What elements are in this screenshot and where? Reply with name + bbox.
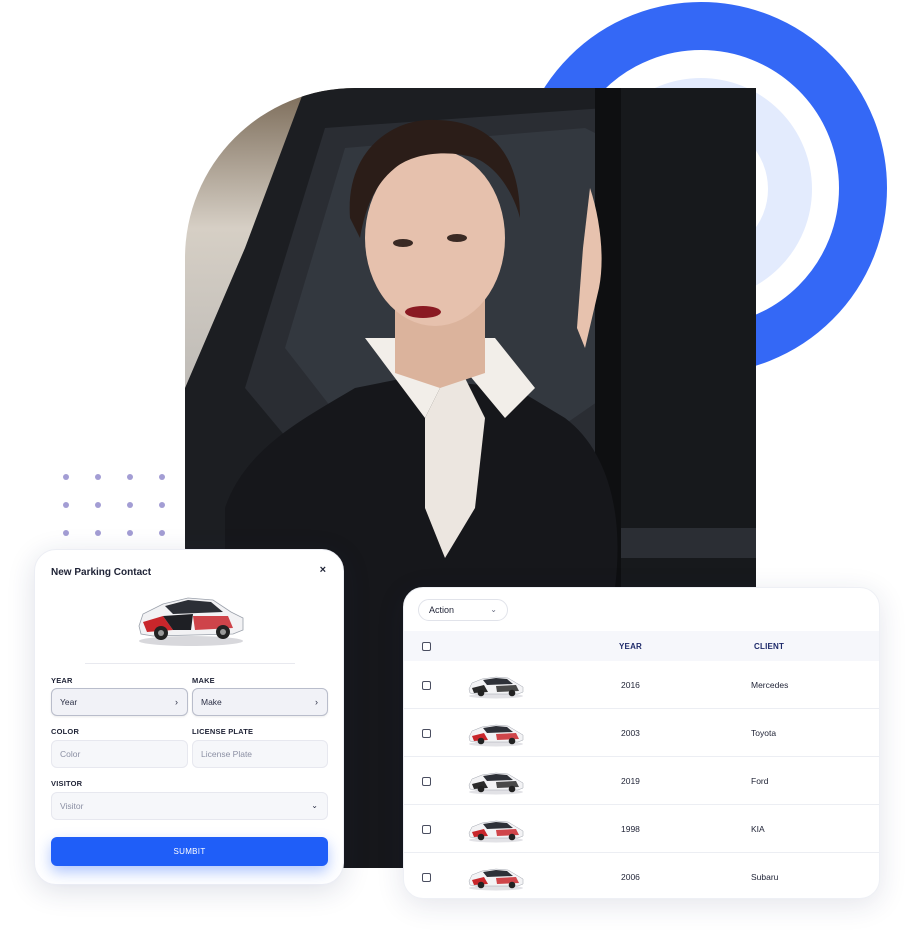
car-thumbnail xyxy=(468,676,524,699)
make-label: MAKE xyxy=(192,676,215,685)
cell-year: 1998 xyxy=(621,824,640,834)
visitor-label: VISITOR xyxy=(51,779,83,788)
color-input-placeholder: Color xyxy=(60,749,81,759)
license-plate-input[interactable]: License Plate xyxy=(192,740,328,768)
row-checkbox[interactable] xyxy=(422,729,431,738)
chevron-down-icon: ⌄ xyxy=(490,605,497,614)
cell-client: Subaru xyxy=(751,872,779,882)
year-select[interactable]: Year › xyxy=(51,688,188,716)
cell-client: Mercedes xyxy=(751,680,789,690)
year-label: YEAR xyxy=(51,676,73,685)
row-checkbox[interactable] xyxy=(422,681,431,690)
new-parking-contact-form: New Parking Contact × YEAR Year › MAKE M… xyxy=(34,549,344,885)
cell-client: KIA xyxy=(751,824,765,834)
car-thumbnail xyxy=(468,868,524,891)
car-thumbnail xyxy=(468,820,524,843)
row-checkbox[interactable] xyxy=(422,873,431,882)
cell-client: Toyota xyxy=(751,728,777,738)
make-select[interactable]: Make › xyxy=(192,688,328,716)
submit-button[interactable]: SUMBIT xyxy=(51,837,328,866)
chevron-down-icon: ⌄ xyxy=(311,801,318,810)
license-plate-label: LICENSE PLATE xyxy=(192,727,254,736)
cell-year: 2006 xyxy=(621,872,640,882)
table-header: YEAR CLIENT xyxy=(404,631,879,661)
chevron-right-icon: › xyxy=(175,697,178,707)
row-checkbox[interactable] xyxy=(422,777,431,786)
make-select-value: Make xyxy=(201,697,222,707)
chevron-right-icon: › xyxy=(315,697,318,707)
cell-year: 2016 xyxy=(621,680,640,690)
car-thumbnail xyxy=(468,772,524,795)
row-checkbox[interactable] xyxy=(422,825,431,834)
visitor-select-value: Visitor xyxy=(60,801,84,811)
table-row[interactable]: 2016 Mercedes xyxy=(404,661,879,709)
cell-year: 2019 xyxy=(621,776,640,786)
color-label: COLOR xyxy=(51,727,80,736)
form-divider xyxy=(85,663,295,664)
table-row[interactable]: 2006 Subaru xyxy=(404,853,879,898)
car-thumbnail xyxy=(468,724,524,747)
action-dropdown[interactable]: Action ⌄ xyxy=(418,599,508,621)
year-select-value: Year xyxy=(60,697,78,707)
car-image xyxy=(138,597,244,646)
vehicle-table-card: Action ⌄ YEAR CLIENT 2016 Mercedes 2003 Toy… xyxy=(403,587,880,899)
close-icon[interactable]: × xyxy=(320,564,326,576)
visitor-select[interactable]: Visitor ⌄ xyxy=(51,792,328,820)
form-title: New Parking Contact xyxy=(51,567,152,578)
decorative-dot-grid xyxy=(63,474,173,544)
select-all-checkbox[interactable] xyxy=(422,642,431,651)
table-row[interactable]: 1998 KIA xyxy=(404,805,879,853)
table-row[interactable]: 2019 Ford xyxy=(404,757,879,805)
action-dropdown-label: Action xyxy=(429,605,455,615)
cell-year: 2003 xyxy=(621,728,640,738)
column-header-client: CLIENT xyxy=(754,642,785,651)
cell-client: Ford xyxy=(751,776,769,786)
column-header-year: YEAR xyxy=(619,642,643,651)
license-plate-input-placeholder: License Plate xyxy=(201,749,253,759)
color-input[interactable]: Color xyxy=(51,740,188,768)
table-row[interactable]: 2003 Toyota xyxy=(404,709,879,757)
